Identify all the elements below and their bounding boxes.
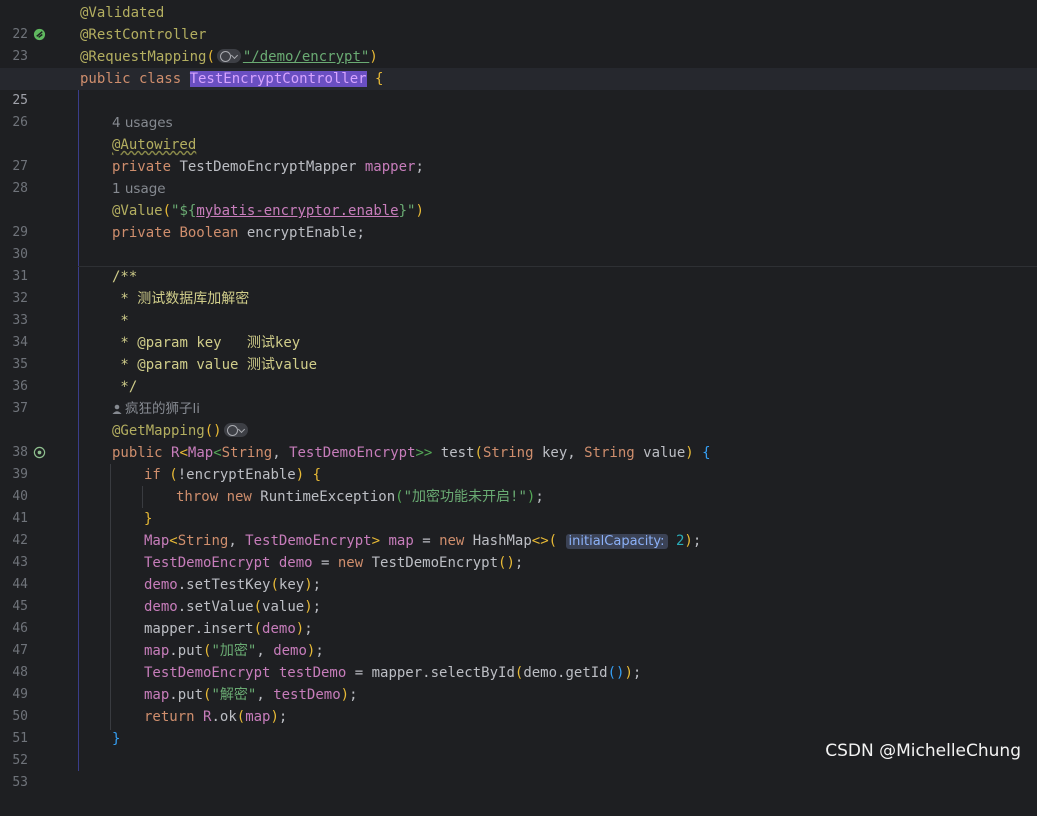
- code-line: 35 * @param key 测试key: [0, 332, 1037, 372]
- annotation-restcontroller: @RestController: [80, 27, 207, 43]
- code-line: 24 @RequestMapping("/demo/encrypt"): [0, 46, 1037, 86]
- code-line: 39 public R<Map<String, TestDemoEncrypt>…: [0, 442, 1037, 482]
- web-endpoint-icon[interactable]: [223, 423, 248, 437]
- code-line: 31: [0, 244, 1037, 284]
- code-line: 49 TestDemoEncrypt testDemo = mapper.sel…: [0, 662, 1037, 702]
- code-line: 29 @Value("${mybatis-encryptor.enable}"): [0, 200, 1037, 240]
- usages-hint[interactable]: 1 usage: [112, 178, 166, 200]
- code-line: 45 demo.setTestKey(key);: [0, 574, 1037, 614]
- method-call: demo.setTestKey(key);: [144, 577, 322, 593]
- endpoint-gutter-icon[interactable]: [33, 446, 46, 459]
- method-call: demo.setValue(value);: [144, 599, 322, 615]
- code-line: 34 *: [0, 310, 1037, 350]
- javadoc-close: */: [112, 379, 138, 395]
- bean-gutter-icon[interactable]: [33, 28, 46, 41]
- request-mapping-line: @RequestMapping("/demo/encrypt"): [80, 49, 378, 65]
- class-declaration: public class TestEncryptController {: [80, 71, 384, 87]
- method-call: map.put("加密", demo);: [144, 643, 324, 659]
- author-hint[interactable]: 疯狂的狮子li: [112, 398, 200, 420]
- code-line: 48 map.put("加密", demo);: [0, 640, 1037, 680]
- code-line: 28 private TestDemoEncryptMapper mapper;: [0, 156, 1037, 196]
- request-path-link[interactable]: "/demo/encrypt": [243, 49, 369, 65]
- annotation-autowired: @Autowired: [112, 137, 197, 153]
- property-link[interactable]: mybatis-encryptor.enable: [196, 203, 398, 219]
- javadoc-open: /**: [112, 269, 138, 285]
- value-annotation: @Value("${mybatis-encryptor.enable}"): [112, 203, 424, 219]
- method-call: map.put("解密", testDemo);: [144, 687, 358, 703]
- method-declaration: public R<Map<String, TestDemoEncrypt>> t…: [112, 445, 711, 461]
- usages-hint-row: 1 usage: [0, 178, 1037, 200]
- code-line: 50 map.put("解密", testDemo);: [0, 684, 1037, 724]
- annotation-validated: @Validated: [80, 5, 165, 21]
- closing-brace: }: [144, 511, 153, 527]
- code-line: 43 Map<String, TestDemoEncrypt> map = ne…: [0, 530, 1037, 570]
- code-line: 40 if (!encryptEnable) {: [0, 464, 1037, 504]
- code-line: 37 */: [0, 376, 1037, 416]
- csdn-watermark: CSDN @MichelleChung: [825, 741, 1021, 761]
- code-line: 33 * 测试数据库加解密: [0, 288, 1037, 328]
- line-number: 53: [12, 775, 28, 790]
- select-by-id-call: TestDemoEncrypt testDemo = mapper.select…: [144, 665, 642, 681]
- author-hint-row: 疯狂的狮子li: [0, 398, 1037, 420]
- if-statement: if (!encryptEnable) {: [144, 467, 322, 483]
- code-line: 26: [0, 90, 1037, 130]
- return-statement: return R.ok(map);: [144, 709, 288, 725]
- method-call: mapper.insert(demo);: [144, 621, 313, 637]
- parameter-name-hint[interactable]: initialCapacity:: [565, 534, 668, 549]
- code-line: 47 mapper.insert(demo);: [0, 618, 1037, 658]
- javadoc-text: * 测试数据库加解密: [112, 291, 250, 307]
- code-line: 38 @GetMapping(): [0, 420, 1037, 460]
- closing-brace: }: [112, 731, 121, 747]
- code-line: 22 @Validated: [0, 2, 1037, 42]
- field-declaration: private Boolean encryptEnable;: [112, 225, 365, 241]
- code-line: 44 TestDemoEncrypt demo = new TestDemoEn…: [0, 552, 1037, 592]
- code-line: 27 @Autowired: [0, 134, 1037, 174]
- throw-statement: throw new RuntimeException("加密功能未开启!");: [176, 489, 544, 505]
- user-icon: [112, 404, 122, 414]
- code-line: 51 return R.ok(map);: [0, 706, 1037, 746]
- usages-hint-row: 4 usages: [0, 112, 1037, 134]
- code-line: 46 demo.setValue(value);: [0, 596, 1037, 636]
- code-line: 41 throw new RuntimeException("加密功能未开启!"…: [0, 486, 1037, 526]
- code-editor[interactable]: 22 @Validated 23 @RestController 24 @Req…: [0, 2, 1037, 790]
- get-mapping-annotation: @GetMapping(): [112, 420, 250, 442]
- code-line: 30 private Boolean encryptEnable;: [0, 222, 1037, 262]
- javadoc-param: * @param value 测试value: [112, 357, 318, 373]
- code-line: 32 /**: [0, 266, 1037, 306]
- code-line: 23 @RestController: [0, 24, 1037, 64]
- selected-class-name[interactable]: TestEncryptController: [189, 71, 367, 87]
- field-declaration: private TestDemoEncryptMapper mapper;: [112, 159, 424, 175]
- code-line-current: 25 public class TestEncryptController {: [0, 68, 1037, 108]
- object-creation: TestDemoEncrypt demo = new TestDemoEncry…: [144, 555, 524, 571]
- code-line: 36 * @param value 测试value: [0, 354, 1037, 394]
- javadoc-param: * @param key 测试key: [112, 335, 301, 351]
- usages-hint[interactable]: 4 usages: [112, 112, 173, 134]
- javadoc-text: *: [112, 313, 129, 329]
- map-declaration: Map<String, TestDemoEncrypt> map = new H…: [144, 533, 702, 549]
- code-line: 42 }: [0, 508, 1037, 548]
- web-endpoint-icon[interactable]: [216, 49, 241, 63]
